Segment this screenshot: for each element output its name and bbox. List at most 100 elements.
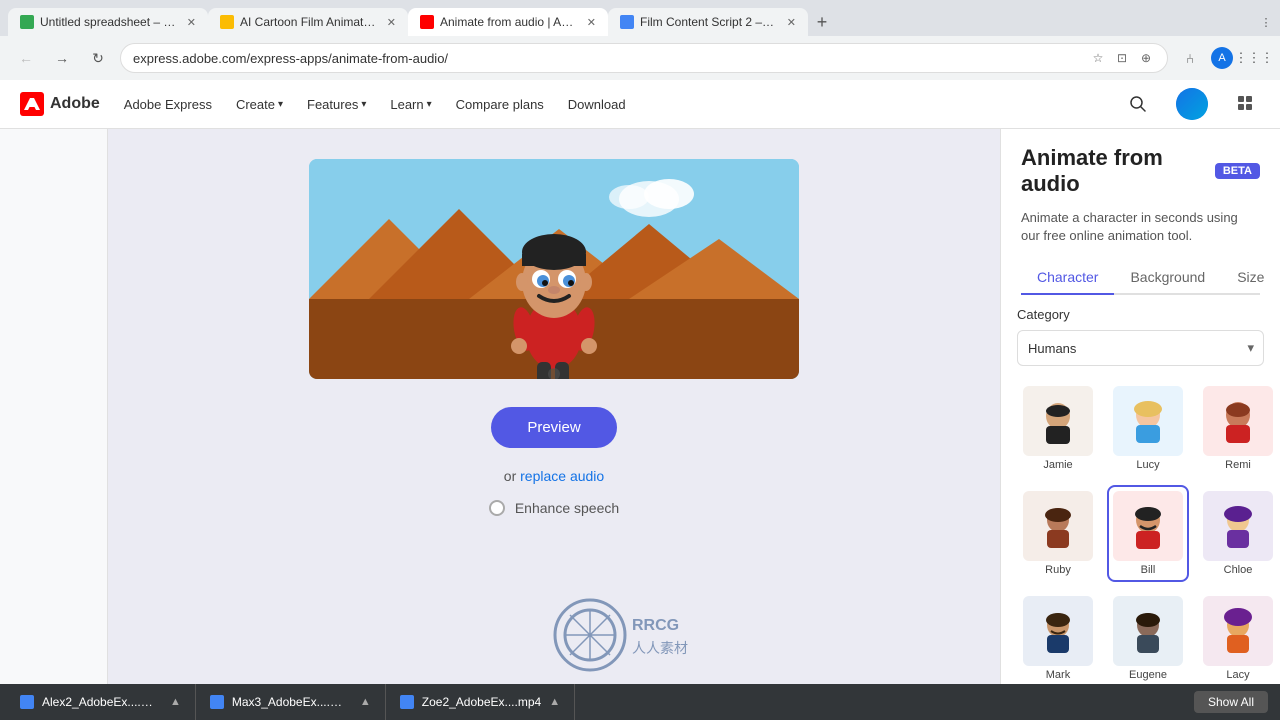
preview-button[interactable]: Preview	[491, 407, 616, 448]
character-name-chloe: Chloe	[1224, 564, 1253, 576]
tab-size[interactable]: Size	[1221, 261, 1280, 295]
forward-button[interactable]: →	[48, 44, 76, 72]
character-card-lacy[interactable]: Lacy	[1197, 590, 1279, 687]
enhance-speech-row: Enhance speech	[489, 500, 619, 516]
chevron-down-icon: ▾	[427, 99, 432, 110]
tab-close-1[interactable]: ✕	[187, 16, 196, 29]
browser-tab-4[interactable]: Film Content Script 2 – Googl... ✕	[608, 8, 808, 36]
character-card-ruby[interactable]: Ruby	[1017, 485, 1099, 582]
search-button[interactable]	[1124, 90, 1152, 118]
nav-adobe-express[interactable]: Adobe Express	[124, 97, 212, 112]
browser-tab-1[interactable]: Untitled spreadsheet – Google... ✕	[8, 8, 208, 36]
character-image-chloe	[1208, 496, 1268, 556]
nav-compare[interactable]: Compare plans	[456, 97, 544, 112]
tab-close-4[interactable]: ✕	[787, 16, 796, 29]
cast-icon[interactable]: ⊡	[1113, 49, 1131, 67]
character-name-remi: Remi	[1225, 459, 1251, 471]
chevron-down-icon: ▾	[361, 99, 366, 110]
character-name-bill: Bill	[1141, 564, 1156, 576]
character-image-remi	[1208, 391, 1268, 451]
panel-description: Animate a character in seconds using our…	[1021, 209, 1260, 245]
refresh-button[interactable]: ↻	[84, 44, 112, 72]
character-card-lucy[interactable]: Lucy	[1107, 380, 1189, 477]
tab-close-3[interactable]: ✕	[587, 16, 596, 29]
panel-body: Category Humans Animals Fantasy Robots	[1001, 295, 1280, 720]
adobe-header: Adobe Adobe Express Create ▾ Features ▾ …	[0, 80, 1280, 129]
profile-button[interactable]: A	[1208, 44, 1236, 72]
download-filename-2: Max3_AdobeEx....mp4	[232, 695, 352, 709]
adobe-nav: Adobe Adobe Express Create ▾ Features ▾ …	[0, 80, 1280, 128]
tab-overflow-button[interactable]: ⋮	[1252, 8, 1280, 36]
user-avatar[interactable]	[1176, 88, 1208, 120]
character-image-bill	[1118, 496, 1178, 556]
bottom-download-bar: Alex2_AdobeEx....mp4 ▲ Max3_AdobeEx....m…	[0, 684, 1280, 720]
character-thumb-ruby	[1023, 491, 1093, 561]
bookmark-icon[interactable]: ☆	[1089, 49, 1107, 67]
extensions-button[interactable]: ⑃	[1176, 44, 1204, 72]
download-item-3[interactable]: Zoe2_AdobeEx....mp4 ▲	[386, 684, 575, 720]
browser-chrome: Untitled spreadsheet – Google... ✕ AI Ca…	[0, 0, 1280, 80]
character-name-eugene: Eugene	[1129, 669, 1167, 681]
character-card-bill[interactable]: Bill	[1107, 485, 1189, 582]
main-content: Preview or replace audio Enhance speech …	[0, 129, 1280, 720]
browser-tab-2[interactable]: AI Cartoon Film Animation – C... ✕	[208, 8, 408, 36]
url-bar[interactable]: express.adobe.com/express-apps/animate-f…	[120, 43, 1168, 73]
character-thumb-remi	[1203, 386, 1273, 456]
character-card-mark[interactable]: Mark	[1017, 590, 1099, 687]
character-thumb-bill	[1113, 491, 1183, 561]
character-card-jamie[interactable]: Jamie	[1017, 380, 1099, 477]
character-thumb-mark	[1023, 596, 1093, 666]
character-image-lucy	[1118, 391, 1178, 451]
apps-grid-button[interactable]	[1232, 90, 1260, 118]
nav-create[interactable]: Create ▾	[236, 97, 283, 112]
tab-title-1: Untitled spreadsheet – Google...	[40, 15, 177, 29]
tab-background[interactable]: Background	[1114, 261, 1221, 295]
category-select[interactable]: Humans Animals Fantasy Robots	[1017, 330, 1264, 366]
download-item-2[interactable]: Max3_AdobeEx....mp4 ▲	[196, 684, 386, 720]
download-arrow-3[interactable]: ▲	[549, 696, 560, 708]
tab-character[interactable]: Character	[1021, 261, 1114, 295]
character-card-eugene[interactable]: Eugene	[1107, 590, 1189, 687]
adobe-logo-icon	[20, 92, 44, 116]
character-name-lacy: Lacy	[1226, 669, 1249, 681]
download-icon-1	[20, 695, 34, 709]
nav-download[interactable]: Download	[568, 97, 626, 112]
left-sidebar	[0, 129, 108, 720]
tab-title-4: Film Content Script 2 – Googl...	[640, 15, 777, 29]
character-image-jamie	[1028, 391, 1088, 451]
download-icon-2	[210, 695, 224, 709]
adobe-logo[interactable]: Adobe	[20, 92, 100, 116]
nav-features[interactable]: Features ▾	[307, 97, 366, 112]
grid-icon	[1237, 95, 1255, 113]
character-thumb-chloe	[1203, 491, 1273, 561]
chrome-actions: ⑃ A ⋮⋮⋮	[1176, 44, 1268, 72]
apps-button[interactable]: ⋮⋮⋮	[1240, 44, 1268, 72]
character-name-lucy: Lucy	[1136, 459, 1159, 471]
category-label: Category	[1017, 307, 1264, 322]
panel-tabs: Character Background Size	[1021, 261, 1260, 295]
download-item-1[interactable]: Alex2_AdobeEx....mp4 ▲	[12, 684, 196, 720]
tab-title-3: Animate from audio | Adobe E...	[440, 15, 577, 29]
character-image-lacy	[1208, 601, 1268, 661]
animation-scene	[309, 159, 799, 379]
new-tab-button[interactable]: +	[808, 8, 836, 36]
enhance-speech-radio[interactable]	[489, 500, 505, 516]
back-button[interactable]: ←	[12, 44, 40, 72]
show-all-button[interactable]: Show All	[1194, 691, 1268, 713]
nav-learn[interactable]: Learn ▾	[390, 97, 431, 112]
enhance-speech-label: Enhance speech	[515, 500, 619, 516]
character-name-jamie: Jamie	[1043, 459, 1072, 471]
tab-close-2[interactable]: ✕	[387, 16, 396, 29]
tab-favicon-3	[420, 15, 434, 29]
panel-title-row: Animate from audio BETA	[1021, 145, 1260, 197]
download-arrow-1[interactable]: ▲	[170, 696, 181, 708]
character-card-chloe[interactable]: Chloe	[1197, 485, 1279, 582]
right-panel: Animate from audio BETA Animate a charac…	[1000, 129, 1280, 720]
browser-tab-3[interactable]: Animate from audio | Adobe E... ✕	[408, 8, 608, 36]
zoom-icon[interactable]: ⊕	[1137, 49, 1155, 67]
character-card-remi[interactable]: Remi	[1197, 380, 1279, 477]
download-arrow-2[interactable]: ▲	[360, 696, 371, 708]
panel-header: Animate from audio BETA Animate a charac…	[1001, 129, 1280, 295]
replace-audio-link[interactable]: replace audio	[520, 468, 604, 484]
animation-canvas	[309, 159, 799, 379]
